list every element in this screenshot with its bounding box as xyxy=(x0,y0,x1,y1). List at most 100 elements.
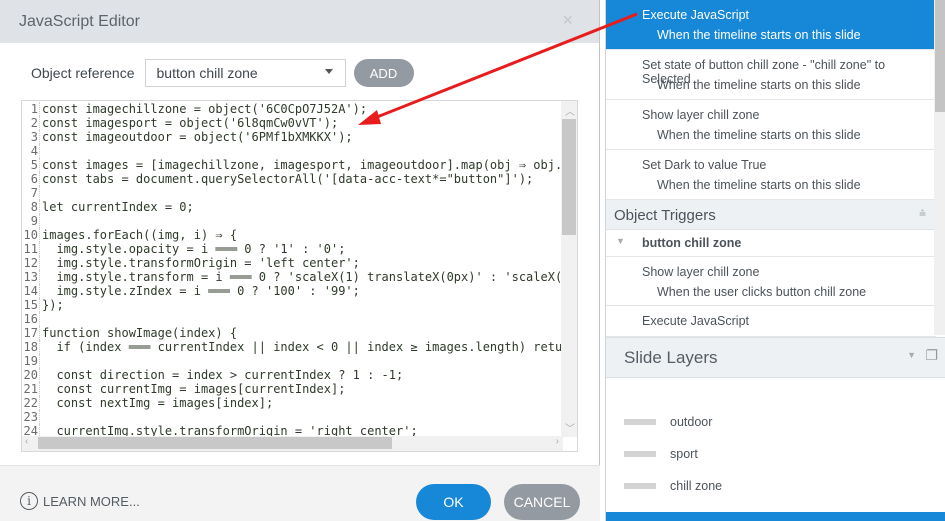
slide-layer-item[interactable]: outdoor xyxy=(624,415,712,429)
trigger-group-button-chill-zone[interactable]: ▼ button chill zone xyxy=(606,230,936,257)
slide-layer-item[interactable]: chill zone xyxy=(624,479,722,493)
trigger-condition: When the timeline starts on this slide xyxy=(657,78,861,92)
line-number: 9 xyxy=(22,214,40,228)
restore-window-icon[interactable]: ❐ xyxy=(925,347,938,364)
expand-arrow-icon[interactable]: ▼ xyxy=(616,236,625,246)
code-lines[interactable]: 1 const imagechillzone = object('6C0CpO7J… xyxy=(22,102,577,438)
line-number: 14 xyxy=(23,284,40,298)
line-number: 22 xyxy=(23,396,40,410)
code-editor[interactable]: 1 const imagechillzone = object('6C0CpO7J… xyxy=(21,100,578,452)
code-line[interactable]: 23 xyxy=(22,410,577,424)
trigger-condition: When the user clicks button chill zone xyxy=(657,285,867,299)
add-button[interactable]: ADD xyxy=(353,59,414,87)
scroll-right-icon[interactable]: › xyxy=(556,436,559,447)
code-line[interactable]: 21 const currentImg = images[currentInde… xyxy=(22,382,577,396)
base-layer-selected[interactable] xyxy=(606,512,945,521)
code-line[interactable]: 7 xyxy=(22,186,577,200)
trigger-item[interactable]: Set state of button chill zone - "chill … xyxy=(606,50,936,100)
code-line[interactable]: 18 if (index ═══ currentIndex || index <… xyxy=(22,340,577,354)
object-reference-label: Object reference xyxy=(31,65,135,81)
line-number: 17 xyxy=(23,326,40,340)
dialog-footer: i LEARN MORE... OK CANCEL xyxy=(0,465,600,521)
trigger-action: Execute JavaScript xyxy=(642,314,749,328)
dropdown-icon[interactable]: ▼ xyxy=(907,350,916,360)
code-line[interactable]: 22 const nextImg = images[index]; xyxy=(22,396,577,410)
layer-thumbnail xyxy=(624,451,656,457)
code-text: const tabs = document.querySelectorAll('… xyxy=(42,172,534,186)
code-line[interactable]: 16 xyxy=(22,312,577,326)
object-reference-select[interactable]: button chill zone xyxy=(144,59,346,87)
cancel-button[interactable]: CANCEL xyxy=(504,484,580,520)
code-line[interactable]: 10 images.forEach((img, i) ⇒ { xyxy=(22,228,577,242)
trigger-item[interactable]: Show layer chill zone When the timeline s… xyxy=(606,100,936,150)
trigger-action: Execute JavaScript xyxy=(642,8,749,22)
line-number: 18 xyxy=(23,340,40,354)
code-text: let currentIndex = 0; xyxy=(42,200,194,214)
code-line[interactable]: 9 xyxy=(22,214,577,228)
code-line[interactable]: 5 const images = [imagechillzone, imagesp… xyxy=(22,158,577,172)
learn-more-label: LEARN MORE... xyxy=(43,493,140,509)
triggers-panel: Execute JavaScript When the timeline star… xyxy=(605,0,945,521)
line-number: 7 xyxy=(22,186,40,200)
code-line[interactable]: 6 const tabs = document.querySelectorAll(… xyxy=(22,172,577,186)
code-text: const imageoutdoor = object('6PMf1bXMKKX… xyxy=(42,130,353,144)
trigger-condition: When the timeline starts on this slide xyxy=(657,128,861,142)
info-icon: i xyxy=(20,492,38,510)
code-text: img.style.transformOrigin = 'left center… xyxy=(42,256,360,270)
layer-thumbnail xyxy=(624,483,656,489)
ok-button[interactable]: OK xyxy=(416,484,491,520)
slide-layers-header: Slide Layers ▼ ❐ xyxy=(606,337,945,378)
object-trigger-item[interactable]: Execute JavaScript xyxy=(606,306,936,337)
horizontal-scrollbar[interactable]: ‹ › xyxy=(22,436,563,451)
line-number: 1 xyxy=(22,102,40,116)
line-number: 11 xyxy=(23,242,40,256)
code-line[interactable]: 13 img.style.transform = i ═══ 0 ? 'scal… xyxy=(22,270,577,284)
scroll-left-icon[interactable]: ‹ xyxy=(25,436,28,447)
code-line[interactable]: 20 const direction = index > currentInde… xyxy=(22,368,577,382)
code-text: if (index ═══ currentIndex || index < 0 … xyxy=(42,340,577,354)
code-line[interactable]: 15}); xyxy=(22,298,577,312)
code-line[interactable]: 14 img.style.zIndex = i ═══ 0 ? '100' : … xyxy=(22,284,577,298)
code-text: const direction = index > currentIndex ?… xyxy=(42,368,404,382)
code-line[interactable]: 2 const imagesport = object('6l8qmCw0vVT'… xyxy=(22,116,577,130)
line-number: 19 xyxy=(23,354,40,368)
code-line[interactable]: 12 img.style.transformOrigin = 'left cen… xyxy=(22,256,577,270)
line-number: 21 xyxy=(23,382,40,396)
vertical-scrollbar[interactable]: ︿ ﹀ xyxy=(561,101,577,437)
object-triggers-header: Object Triggers ⩮ xyxy=(606,200,936,230)
line-number: 20 xyxy=(23,368,40,382)
learn-more-link[interactable]: i LEARN MORE... xyxy=(20,492,140,510)
trigger-item[interactable]: Execute JavaScript When the timeline star… xyxy=(606,0,936,50)
trigger-item[interactable]: Set Dark to value True When the timeline … xyxy=(606,150,936,200)
code-line[interactable]: 4 xyxy=(22,144,577,158)
code-line[interactable]: 8 let currentIndex = 0; xyxy=(22,200,577,214)
line-number: 4 xyxy=(22,144,40,158)
object-triggers-title: Object Triggers xyxy=(614,207,716,224)
code-line[interactable]: 17 function showImage(index) { xyxy=(22,326,577,340)
code-line[interactable]: 19 xyxy=(22,354,577,368)
code-text: const nextImg = images[index]; xyxy=(42,396,274,410)
line-number: 15 xyxy=(23,298,40,312)
collapse-all-icon[interactable]: ⩮ xyxy=(919,206,926,221)
triggers-scrollbar[interactable] xyxy=(934,0,945,335)
layer-name: outdoor xyxy=(670,415,713,429)
code-line[interactable]: 1 const imagechillzone = object('6C0CpO7J… xyxy=(22,102,577,116)
scroll-down-icon[interactable]: ﹀ xyxy=(565,420,575,435)
code-line[interactable]: 11 img.style.opacity = i ═══ 0 ? '1' : '… xyxy=(22,242,577,256)
layer-name: chill zone xyxy=(670,479,723,493)
slide-layer-item[interactable]: sport xyxy=(624,447,698,461)
close-icon[interactable]: × xyxy=(562,10,573,31)
code-text: const currentImg = images[currentIndex]; xyxy=(42,382,346,396)
line-number: 3 xyxy=(22,130,40,144)
trigger-action: Show layer chill zone xyxy=(642,265,760,279)
code-line[interactable]: 3 const imageoutdoor = object('6PMf1bXMKK… xyxy=(22,130,577,144)
object-reference-row: Object reference button chill zone ADD xyxy=(31,59,414,87)
layer-thumbnail xyxy=(624,419,656,425)
object-trigger-item[interactable]: Show layer chill zone When the user click… xyxy=(606,257,936,306)
scroll-up-icon[interactable]: ︿ xyxy=(565,103,575,118)
